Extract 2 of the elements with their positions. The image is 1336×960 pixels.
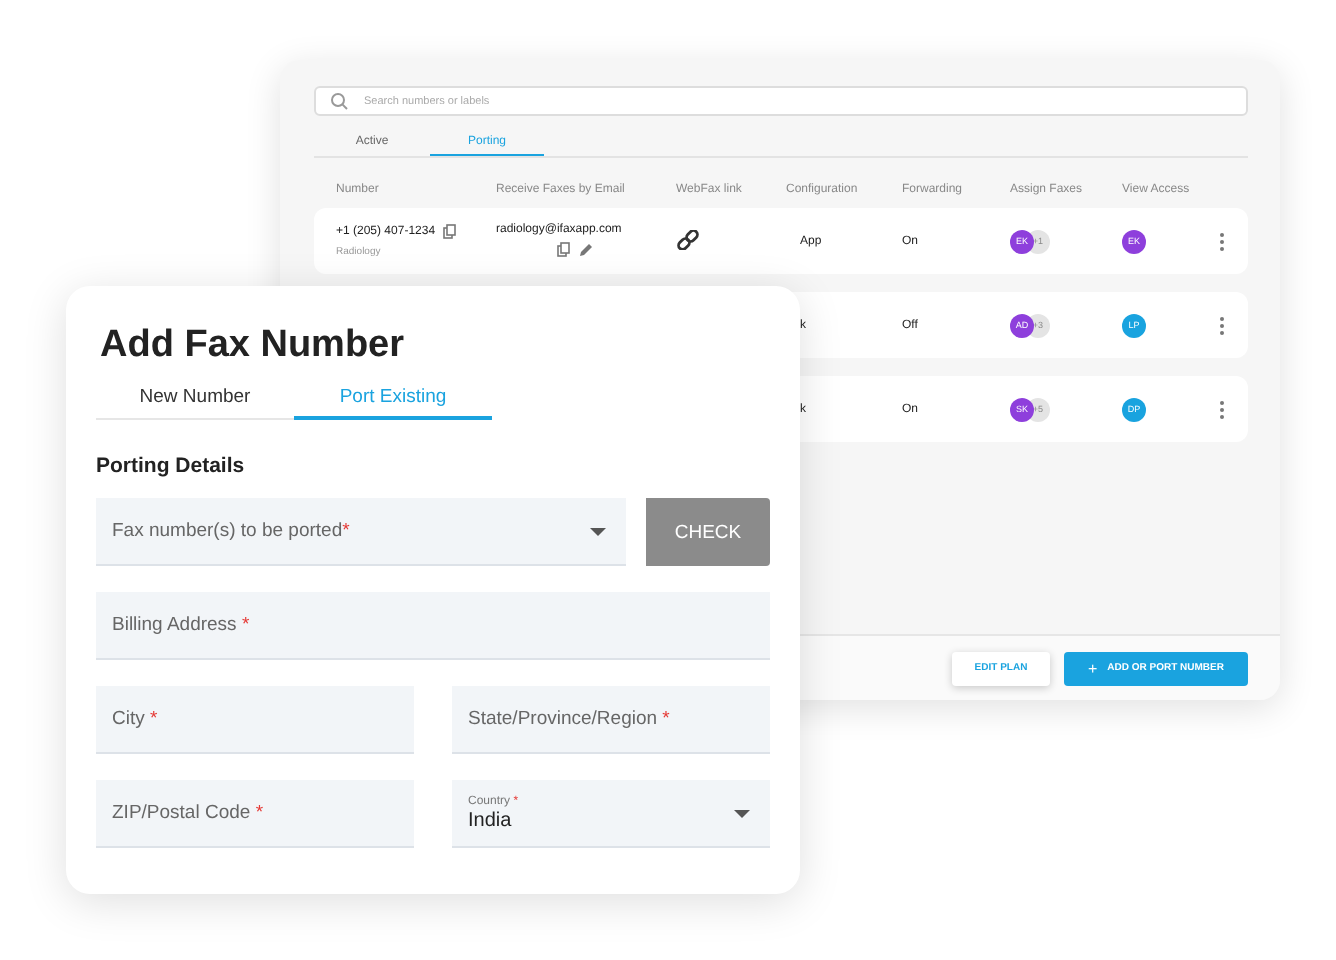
dialog-title: Add Fax Number [100,322,407,370]
section-heading: Porting Details [96,454,247,478]
